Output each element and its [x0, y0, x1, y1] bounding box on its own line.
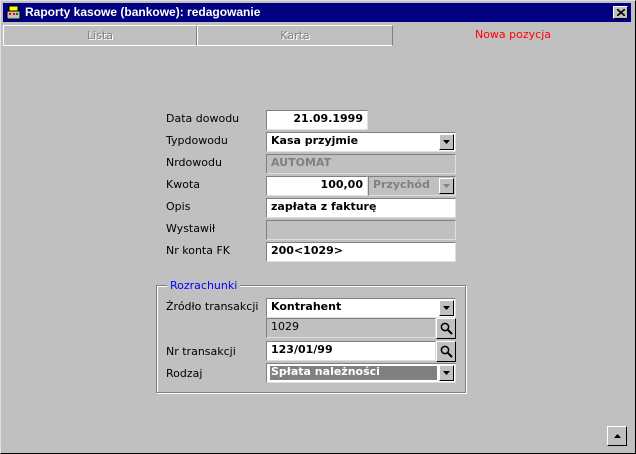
- window-title: Raporty kasowe (bankowe): redagowanie: [25, 5, 261, 19]
- rodzaj-select[interactable]: Spłata należności: [266, 363, 456, 383]
- close-icon: [616, 9, 625, 16]
- label-kwota: Kwota: [166, 178, 200, 191]
- chevron-down-icon: [443, 140, 450, 144]
- search-transakcja-button[interactable]: [436, 341, 456, 362]
- label-rodzaj: Rodzaj: [166, 367, 203, 380]
- search-kontrahent-button[interactable]: [436, 318, 456, 339]
- nr-dowodu-field: AUTOMAT: [266, 154, 456, 174]
- title-bar[interactable]: Raporty kasowe (bankowe): redagowanie: [3, 3, 631, 22]
- rodzaj-value: Spłata należności: [270, 366, 437, 380]
- tab-lista-label: Lista: [87, 29, 113, 42]
- tab-karta-label: Karta: [280, 29, 310, 42]
- kwota-field[interactable]: 100,00: [266, 176, 368, 196]
- zrodlo-dropdown-button[interactable]: [439, 300, 454, 316]
- typ-dowodu-dropdown-button[interactable]: [439, 134, 454, 150]
- label-wystawil: Wystawił: [166, 222, 216, 235]
- chevron-down-icon: [443, 184, 450, 188]
- typ-dowodu-select[interactable]: Kasa przyjmie: [266, 132, 456, 152]
- arrow-up-icon: [613, 434, 621, 438]
- wystawil-field: [266, 220, 456, 240]
- label-nr-konta-fk: Nr konta FK: [166, 244, 231, 257]
- rodzaj-dropdown-button[interactable]: [439, 365, 454, 381]
- chevron-down-icon: [443, 371, 450, 375]
- kierunek-value: Przychód: [373, 178, 430, 191]
- kierunek-select: Przychód: [368, 176, 456, 196]
- label-opis: Opis: [166, 200, 191, 213]
- app-window: Raporty kasowe (bankowe): redagowanie Li…: [0, 0, 636, 454]
- chevron-down-icon: [443, 306, 450, 310]
- label-zrodlo-transakcji: Źródło transakcji: [166, 300, 259, 313]
- tab-nowa-pozycja[interactable]: Nowa pozycja: [393, 25, 633, 46]
- cash-register-icon: [6, 5, 21, 20]
- label-nr-transakcji: Nr transakcji: [166, 345, 236, 358]
- kontrahent-code-field: 1029: [266, 318, 436, 338]
- zrodlo-transakcji-value: Kontrahent: [271, 300, 342, 313]
- scroll-up-button[interactable]: [607, 426, 627, 446]
- tab-nowa-pozycja-label: Nowa pozycja: [474, 28, 552, 41]
- nr-konta-fk-field[interactable]: 200<1029>: [266, 242, 456, 262]
- nr-transakcji-field[interactable]: 123/01/99: [266, 341, 436, 361]
- magnifier-icon: [440, 322, 453, 335]
- tab-lista[interactable]: Lista: [3, 25, 197, 46]
- magnifier-icon: [440, 345, 453, 358]
- close-button[interactable]: [613, 6, 628, 19]
- label-typ-dowodu: Typdowodu: [166, 134, 228, 147]
- data-dowodu-field[interactable]: 21.09.1999: [266, 110, 368, 130]
- rozrachunki-group-title: Rozrachunki: [167, 279, 241, 292]
- typ-dowodu-value: Kasa przyjmie: [271, 134, 359, 147]
- zrodlo-transakcji-select[interactable]: Kontrahent: [266, 298, 456, 318]
- label-nr-dowodu: Nrdowodu: [166, 156, 222, 169]
- kierunek-dropdown-button: [439, 178, 454, 194]
- opis-field[interactable]: zapłata z fakturę: [266, 198, 456, 218]
- tab-karta[interactable]: Karta: [197, 25, 393, 46]
- label-data-dowodu: Data dowodu: [166, 112, 240, 125]
